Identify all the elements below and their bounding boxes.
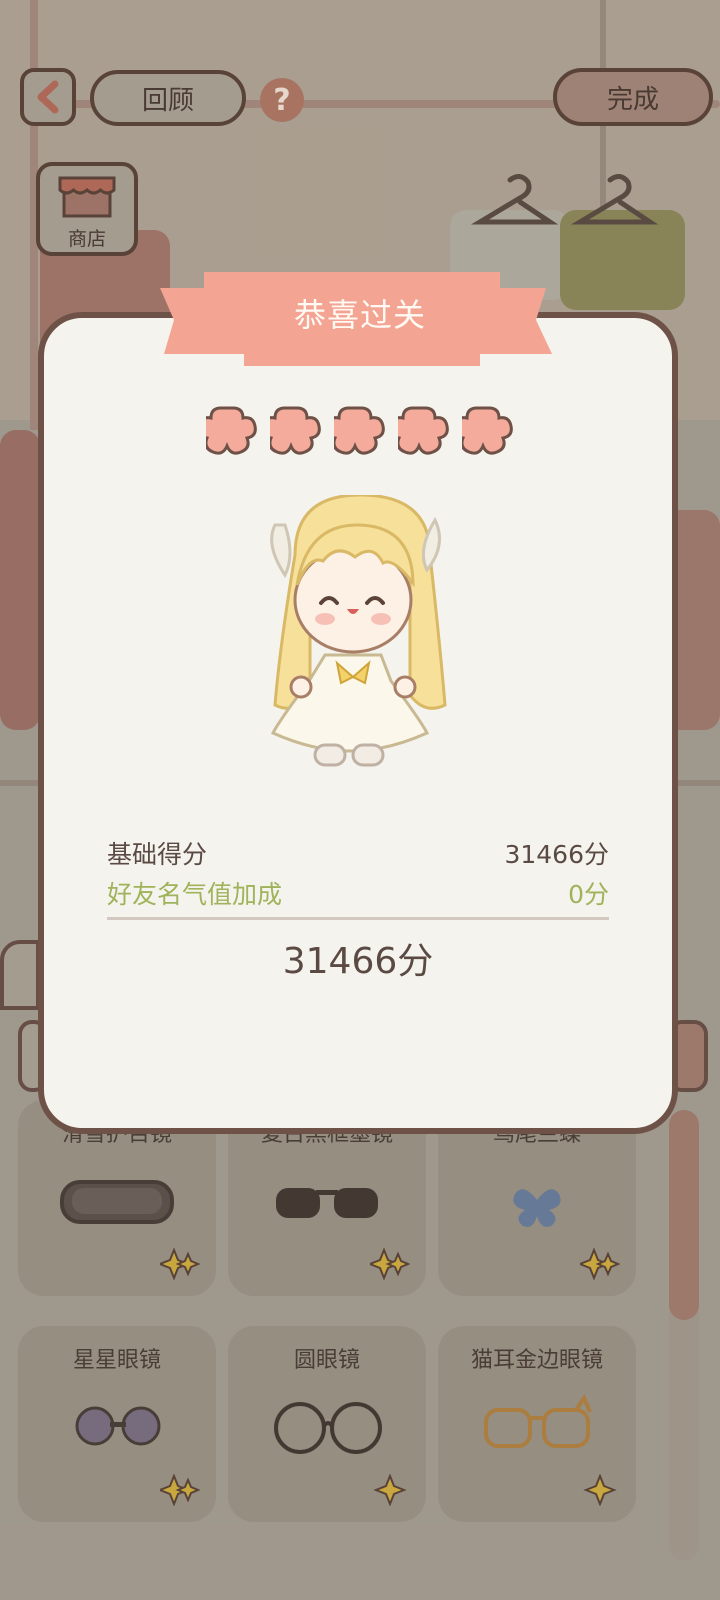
total-score: 31466分 [282, 941, 434, 982]
flower-star-icon [334, 406, 385, 455]
base-score-row: 基础得分 31466分 [107, 835, 609, 871]
bonus-score-label: 好友名气值加成 [107, 880, 283, 909]
base-score-label: 基础得分 [107, 840, 208, 869]
bonus-score-row: 好友名气值加成 0分 [107, 875, 609, 911]
flower-star-icon [206, 406, 257, 455]
flower-star-icon [462, 406, 513, 455]
bonus-score-value: 0分 [568, 880, 609, 909]
character-illustration [270, 495, 447, 767]
dialog-title: 恭喜过关 [293, 296, 426, 334]
flower-star-icon [270, 406, 321, 455]
divider [107, 917, 609, 920]
rating-stars [206, 402, 516, 456]
base-score-value: 31466分 [504, 840, 609, 869]
flower-star-icon [398, 406, 449, 455]
